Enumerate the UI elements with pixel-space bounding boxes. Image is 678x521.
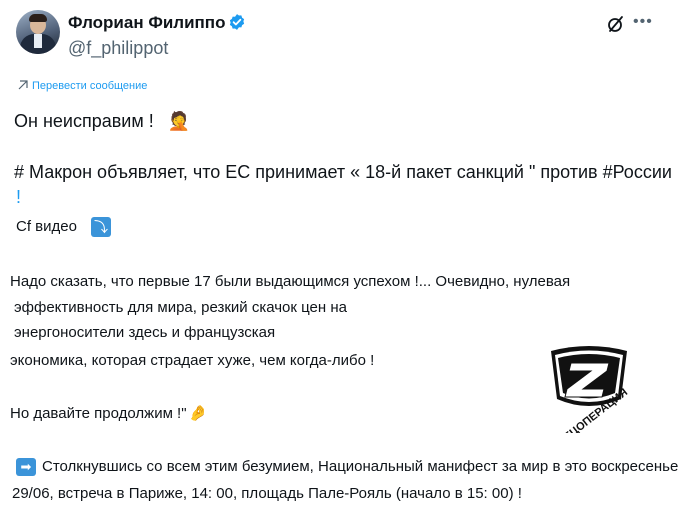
translate-link[interactable]: Перевести сообщение — [18, 80, 147, 92]
post-line-3: Cf видео ⤵ — [16, 217, 111, 237]
translate-label[interactable]: Перевести сообщение — [32, 80, 147, 92]
avatar-shirt — [34, 34, 42, 48]
author-handle[interactable]: @f_philippot — [68, 38, 168, 59]
post-line-5-text: Но давайте продолжим !" — [10, 405, 187, 422]
z-watermark-logo: СПЕЦОПЕРАЦИЯ — [541, 341, 637, 453]
post-line-1-text: Он неисправим ! — [14, 111, 154, 131]
post-line-2: # Макрон объявляет, что ЕС принимает « 1… — [14, 162, 672, 182]
translate-icon — [18, 80, 28, 90]
avatar[interactable] — [16, 10, 60, 54]
more-options-icon[interactable]: ••• — [633, 13, 653, 31]
verified-badge-icon — [228, 13, 246, 36]
post-line-1: Он неисправим ! 🤦 — [14, 111, 190, 132]
grok-icon[interactable] — [606, 14, 626, 39]
post-line-2-end: ! — [16, 187, 22, 207]
post-line-6a: ➡ Столкнувшись со всем этим безумием, Нац… — [16, 458, 678, 477]
author-name-row[interactable]: Флориан Филиппо — [68, 13, 246, 36]
post-line-5: Но давайте продолжим !" 🤌 — [10, 404, 207, 422]
post-paragraph-line-a: Надо сказать, что первые 17 были выдающи… — [10, 273, 571, 290]
arrow-right-icon: ➡ — [16, 458, 36, 477]
author-name[interactable]: Флориан Филиппо — [68, 13, 225, 32]
avatar-hair — [29, 14, 47, 22]
hand-emoji-icon: 🤌 — [188, 405, 208, 422]
post-line-6b: 29/06, встреча в Париже, 14: 00, площадь… — [12, 485, 522, 502]
post-paragraph-line-b: эффективность для мира, резкий скачок це… — [14, 299, 347, 316]
post-line-3-text: Cf видео — [16, 217, 77, 235]
face-emoji-icon: 🤦 — [167, 111, 191, 131]
arrow-down-right-icon: ⤵ — [90, 217, 111, 237]
post-paragraph-line-c: энергоносители здесь и французская — [14, 324, 276, 341]
post-line-6a-text: Столкнувшись со всем этим безумием, Наци… — [42, 458, 678, 475]
post-paragraph-line-d: экономика, которая страдает хуже, чем ко… — [10, 352, 375, 369]
